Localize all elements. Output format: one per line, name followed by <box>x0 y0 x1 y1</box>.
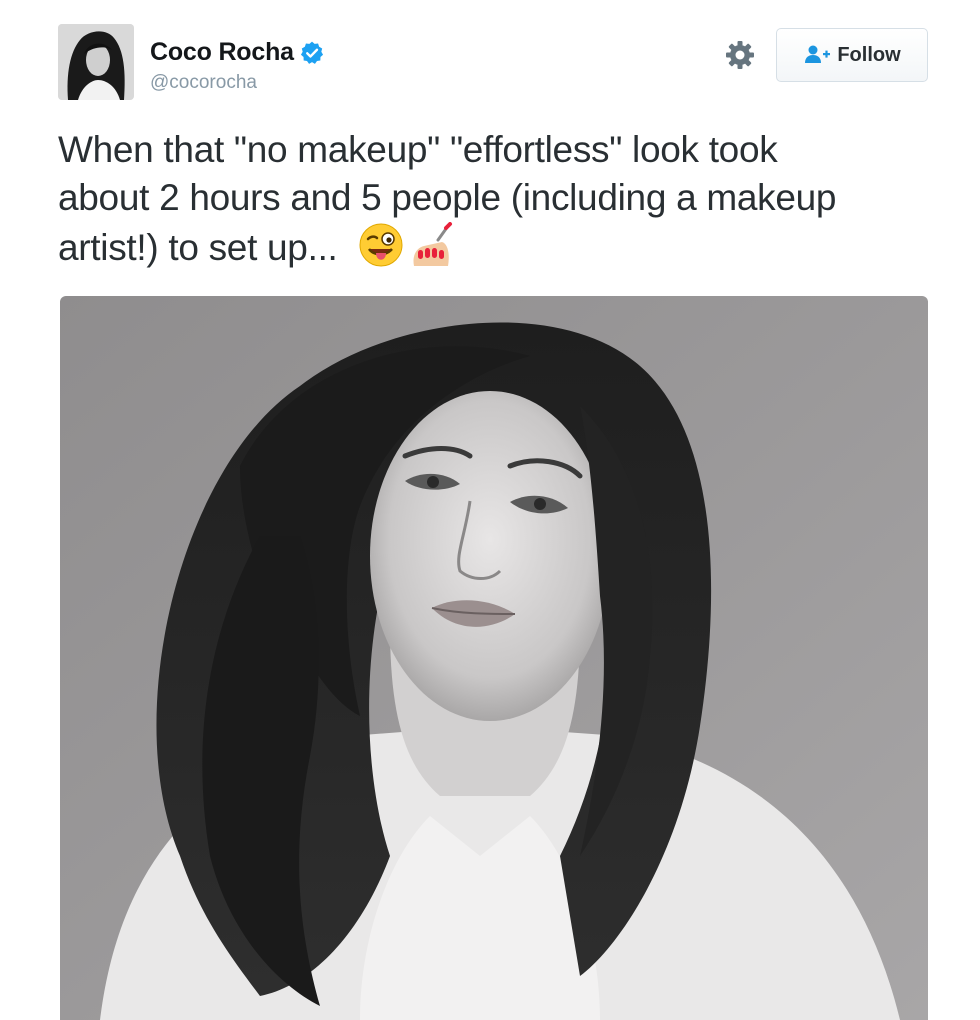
avatar[interactable] <box>58 24 134 100</box>
winking-face-with-tongue-icon <box>358 222 404 280</box>
tweet-text-line: artist!) to set up... <box>58 227 338 268</box>
tweet-card: Coco Rocha @cocorocha Follow When that "… <box>0 0 980 1020</box>
follow-label: Follow <box>837 43 901 66</box>
handle[interactable]: @cocorocha <box>150 72 257 94</box>
author-name-row[interactable]: Coco Rocha <box>150 38 325 67</box>
tweet-text-line: about 2 hours and 5 people (including a … <box>58 177 837 218</box>
add-user-icon <box>803 44 831 66</box>
tweet-text-line-last: artist!) to set up... <box>58 222 938 280</box>
display-name[interactable]: Coco Rocha <box>150 38 294 67</box>
verified-badge-icon <box>299 40 325 66</box>
tweet-photo[interactable] <box>60 296 928 1020</box>
portrait-photo <box>60 296 928 1020</box>
nail-polish-icon <box>404 222 454 280</box>
gear-icon[interactable] <box>722 37 758 73</box>
avatar-photo <box>58 24 134 100</box>
follow-button[interactable]: Follow <box>776 28 928 82</box>
tweet-text: When that "no makeup" "effortless" look … <box>58 126 938 280</box>
tweet-text-line: When that "no makeup" "effortless" look … <box>58 129 778 170</box>
